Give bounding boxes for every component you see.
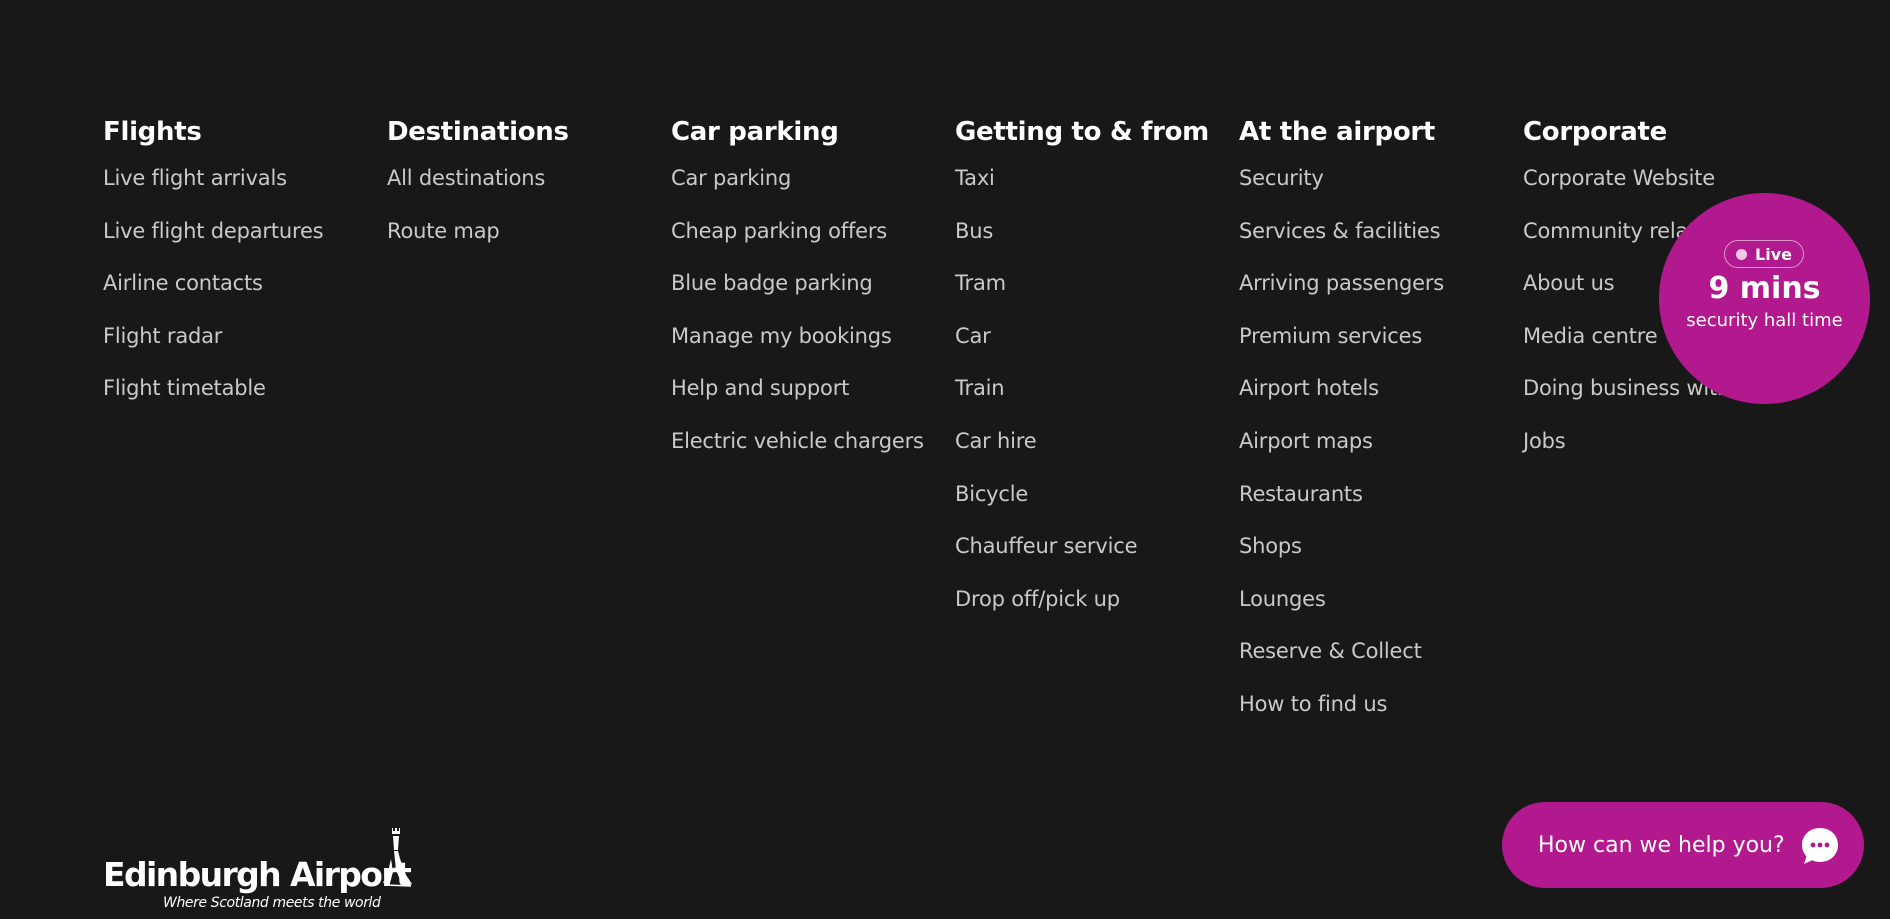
link-list: Live flight arrivals Live flight departu… [103,164,387,427]
footer-link[interactable]: Jobs [1523,427,1566,455]
live-security-wait-badge[interactable]: Live 9 mins security hall time [1659,193,1870,404]
footer-link[interactable]: Electric vehicle chargers [671,427,924,455]
footer-link[interactable]: Drop off/pick up [955,585,1120,613]
footer-link[interactable]: All destinations [387,164,545,192]
footer-link[interactable]: About us [1523,269,1615,297]
logo-tagline: Where Scotland meets the world [163,895,381,911]
help-label: How can we help you? [1538,832,1785,858]
footer-link[interactable]: How to find us [1239,690,1387,718]
footer-link[interactable]: Car parking [671,164,791,192]
footer-link[interactable]: Airport hotels [1239,374,1379,402]
footer-link[interactable]: Tram [955,269,1006,297]
footer-link[interactable]: Lounges [1239,585,1326,613]
column-heading: At the airport [1239,117,1436,147]
logo-wordmark: Edinburgh Airport [103,855,412,894]
footer-link[interactable]: Route map [387,217,500,245]
nav-column-flights: Flights Live flight arrivals Live flight… [103,112,387,743]
column-heading: Flights [103,117,202,147]
footer-link[interactable]: Flight timetable [103,374,266,402]
footer-link[interactable]: Bicycle [955,480,1028,508]
footer-link[interactable]: Train [955,374,1005,402]
footer-link[interactable]: Media centre [1523,322,1658,350]
help-chat-button[interactable]: How can we help you? [1502,802,1864,888]
security-wait-time: 9 mins [1708,271,1821,306]
footer-link[interactable]: Car hire [955,427,1037,455]
footer-link[interactable]: Reserve & Collect [1239,637,1422,665]
live-indicator: Live [1724,240,1804,268]
column-heading: Corporate [1523,117,1667,147]
footer-link[interactable]: Airport maps [1239,427,1373,455]
link-list: Taxi Bus Tram Car Train Car hire Bicycle… [955,164,1239,637]
link-list: Car parking Cheap parking offers Blue ba… [671,164,955,480]
footer-link[interactable]: Chauffeur service [955,532,1138,560]
footer-link[interactable]: Flight radar [103,322,222,350]
security-wait-caption: security hall time [1686,310,1843,331]
footer-link[interactable]: Premium services [1239,322,1422,350]
footer-link[interactable]: Live flight arrivals [103,164,287,192]
chat-bubble-icon [1802,828,1838,864]
column-heading: Car parking [671,117,839,147]
nav-column-getting-to-from: Getting to & from Taxi Bus Tram Car Trai… [955,112,1239,743]
nav-column-destinations: Destinations All destinations Route map [387,112,671,743]
footer-link[interactable]: Bus [955,217,993,245]
footer-link[interactable]: Blue badge parking [671,269,873,297]
edinburgh-airport-logo[interactable]: Edinburgh Airport Where Scotland meets t… [103,826,423,912]
footer-link[interactable]: Taxi [955,164,995,192]
footer-link[interactable]: Security [1239,164,1324,192]
footer-navigation: Flights Live flight arrivals Live flight… [103,112,1807,743]
footer-link[interactable]: Corporate Website [1523,164,1715,192]
footer-link[interactable]: Restaurants [1239,480,1363,508]
link-list: Security Services & facilities Arriving … [1239,164,1523,743]
footer-link[interactable]: Services & facilities [1239,217,1441,245]
footer-link[interactable]: Cheap parking offers [671,217,887,245]
footer-link[interactable]: Car [955,322,991,350]
nav-column-car-parking: Car parking Car parking Cheap parking of… [671,112,955,743]
column-heading: Destinations [387,117,569,147]
footer-page: Flights Live flight arrivals Live flight… [0,0,1890,919]
live-dot-icon [1736,248,1748,260]
link-list: All destinations Route map [387,164,671,269]
live-label: Live [1755,244,1792,264]
footer-link[interactable]: Help and support [671,374,849,402]
footer-link[interactable]: Arriving passengers [1239,269,1444,297]
footer-link[interactable]: Airline contacts [103,269,263,297]
footer-link[interactable]: Manage my bookings [671,322,892,350]
footer-link[interactable]: Live flight departures [103,217,324,245]
nav-column-at-the-airport: At the airport Security Services & facil… [1239,112,1523,743]
footer-link[interactable]: Shops [1239,532,1302,560]
column-heading: Getting to & from [955,117,1209,147]
